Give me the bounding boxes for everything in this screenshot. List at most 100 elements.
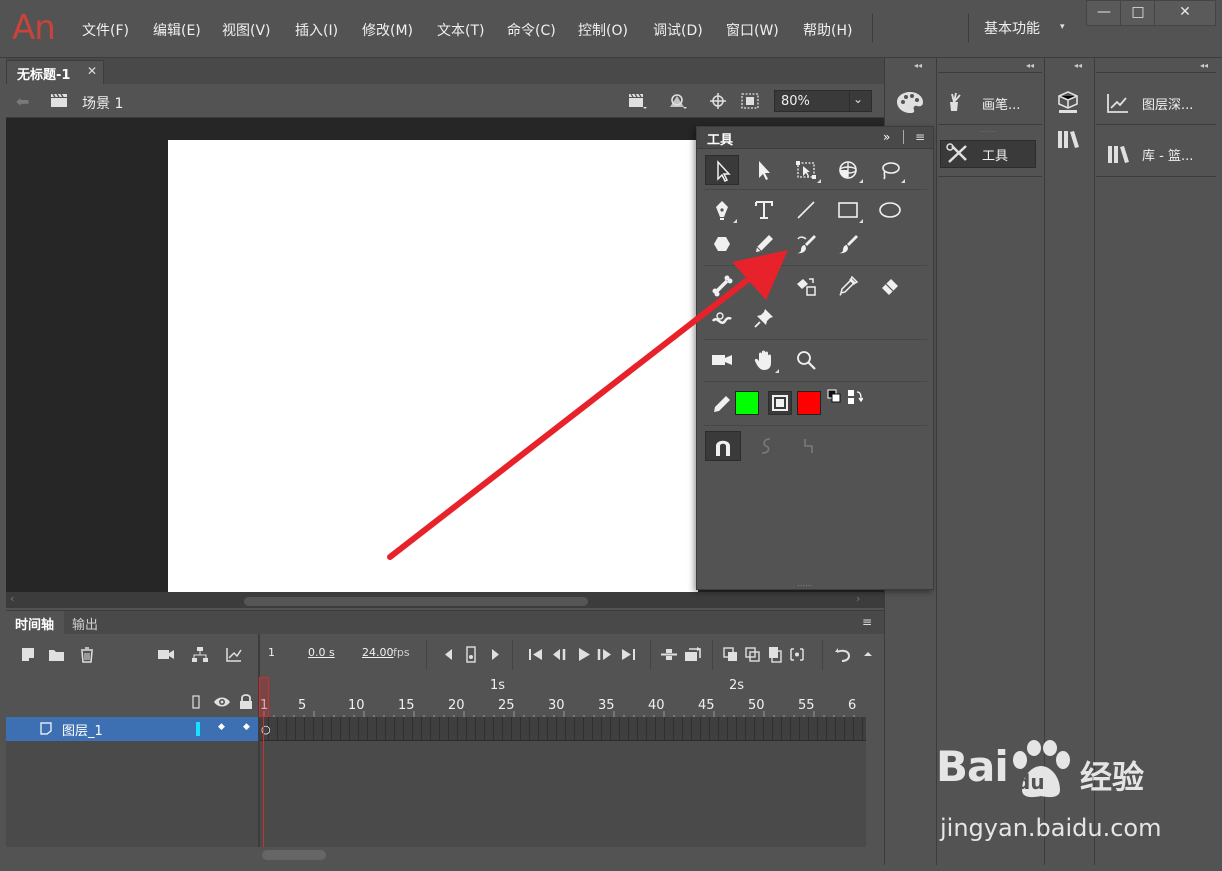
lock-icon[interactable] — [239, 694, 253, 710]
menu-file[interactable]: 文件(F) — [82, 20, 129, 40]
previous-keyframe-icon[interactable] — [440, 646, 458, 663]
paint-brush-tool[interactable] — [789, 229, 823, 259]
dock-panel-tools[interactable]: 工具 — [982, 145, 1008, 164]
zoom-tool[interactable] — [789, 345, 823, 375]
layer-row[interactable]: 图层_1 ◆ ◆ — [6, 717, 258, 741]
pencil-tool[interactable] — [747, 229, 781, 259]
straighten-toggle[interactable] — [791, 431, 825, 461]
new-folder-icon[interactable] — [48, 646, 66, 663]
dock-panel-library[interactable]: 库 - 篮... — [1142, 145, 1193, 164]
tools-panel-header[interactable]: 工具 » ≡ — [697, 127, 933, 149]
rectangle-tool[interactable] — [831, 195, 865, 225]
dock-panel-brushes[interactable]: 画笔... — [982, 94, 1020, 113]
play-icon[interactable] — [575, 646, 593, 663]
menu-debug[interactable]: 调试(D) — [653, 20, 703, 40]
brush-library-icon[interactable] — [946, 92, 970, 112]
insert-keyframe-icon[interactable] — [462, 646, 480, 663]
polystar-tool[interactable] — [705, 229, 739, 259]
default-colors-icon[interactable] — [827, 389, 841, 403]
maximize-button[interactable]: □ — [1120, 0, 1156, 26]
camera-icon[interactable] — [157, 646, 175, 663]
first-frame-icon[interactable] — [527, 646, 545, 663]
line-tool[interactable] — [789, 195, 823, 225]
eyedropper-tool[interactable] — [831, 271, 865, 301]
edit-scene-icon[interactable] — [628, 92, 648, 110]
highlight-layers-icon[interactable] — [192, 695, 200, 709]
step-back-icon[interactable] — [551, 646, 569, 663]
menu-insert[interactable]: 插入(I) — [295, 20, 338, 40]
panel-menu-icon[interactable]: ≡ — [862, 615, 872, 629]
library-books-icon[interactable] — [1056, 128, 1082, 150]
selection-tool[interactable] — [705, 155, 739, 185]
smooth-toggle[interactable] — [749, 431, 783, 461]
width-tool[interactable] — [705, 303, 739, 333]
menu-window[interactable]: 窗口(W) — [726, 20, 779, 40]
layer-visible-dot[interactable]: ◆ — [218, 722, 225, 732]
menu-commands[interactable]: 命令(C) — [507, 20, 556, 40]
scrollbar-thumb[interactable] — [244, 597, 588, 606]
pin-tool[interactable] — [747, 303, 781, 333]
copy-frames-icon[interactable] — [766, 646, 784, 663]
modify-markers-icon[interactable] — [788, 646, 806, 663]
document-tab[interactable]: 无标题-1 ✕ — [6, 60, 104, 84]
undo-icon[interactable] — [834, 646, 852, 663]
tab-timeline[interactable]: 时间轴 — [6, 611, 64, 634]
close-window-button[interactable]: ✕ — [1154, 0, 1216, 26]
library-books-icon[interactable] — [1106, 143, 1132, 165]
dock-panel-layer-depth[interactable]: 图层深... — [1142, 94, 1193, 113]
graph-icon[interactable] — [225, 646, 243, 663]
menu-help[interactable]: 帮助(H) — [803, 20, 852, 40]
fill-color-swatch[interactable] — [797, 391, 821, 415]
workspace-switcher[interactable]: 基本功能 — [984, 18, 1040, 38]
layer-name[interactable]: 图层_1 — [62, 720, 103, 739]
frames-row[interactable] — [260, 717, 866, 741]
edit-multiple-frames-icon[interactable] — [744, 646, 762, 663]
minimize-button[interactable]: — — [1086, 0, 1122, 26]
collapse-panel-icon[interactable]: » — [883, 130, 890, 144]
zoom-value[interactable]: 80% — [781, 94, 810, 109]
hand-tool[interactable] — [747, 345, 781, 375]
lasso-tool[interactable] — [873, 155, 907, 185]
elapsed-time[interactable]: 0.0 s — [308, 646, 335, 659]
layer-depth-icon[interactable] — [1106, 92, 1130, 114]
back-arrow-icon[interactable]: ⬅ — [16, 92, 29, 111]
trash-icon[interactable] — [78, 646, 96, 663]
layer-color-swatch[interactable] — [196, 722, 200, 736]
oval-tool[interactable] — [873, 195, 907, 225]
chevron-down-icon[interactable]: ⌄ — [853, 92, 863, 106]
timeline-scrollbar-thumb[interactable] — [262, 850, 326, 860]
menu-modify[interactable]: 修改(M) — [362, 20, 413, 40]
stroke-color-swatch[interactable] — [735, 391, 759, 415]
onion-skin-outline-icon[interactable] — [722, 646, 740, 663]
paint-bucket-tool[interactable] — [747, 271, 781, 301]
menu-edit[interactable]: 编辑(E) — [153, 20, 201, 40]
stage-canvas[interactable] — [168, 140, 698, 592]
eraser-tool[interactable] — [873, 271, 907, 301]
tools-icon[interactable] — [946, 143, 972, 165]
properties-3d-icon[interactable] — [1056, 90, 1080, 114]
chevron-down-icon[interactable]: ▾ — [1060, 22, 1065, 32]
dock-collapse-icon[interactable]: ◂◂ — [1026, 61, 1034, 70]
tools-panel[interactable]: 工具 » ≡ ⋯⋯ — [696, 126, 934, 590]
snap-to-objects-toggle[interactable] — [705, 431, 741, 461]
timeline-vertical-scrollbar[interactable] — [866, 717, 884, 847]
menu-text[interactable]: 文本(T) — [437, 20, 484, 40]
menu-view[interactable]: 视图(V) — [222, 20, 271, 40]
dock-grip[interactable]: ⋯⋯ — [980, 127, 996, 136]
onion-skin-icon[interactable] — [684, 646, 702, 663]
stroke-color-tool[interactable] — [705, 389, 739, 419]
pen-tool[interactable] — [705, 195, 739, 225]
bone-tool[interactable] — [705, 271, 739, 301]
layer-lock-dot[interactable]: ◆ — [243, 722, 250, 732]
frame-rate[interactable]: 24.00 — [362, 646, 394, 659]
menu-control[interactable]: 控制(O) — [578, 20, 628, 40]
subselection-tool[interactable] — [747, 155, 781, 185]
zoom-select[interactable]: 80% ⌄ — [774, 90, 872, 112]
current-frame[interactable]: 1 — [268, 646, 275, 659]
asset-warp-tool[interactable] — [789, 271, 823, 301]
edit-symbol-icon[interactable] — [668, 92, 688, 110]
loop-playback-icon[interactable] — [660, 646, 678, 663]
step-forward-icon[interactable] — [595, 646, 613, 663]
new-layer-icon[interactable] — [20, 646, 38, 663]
fill-color-tool[interactable] — [768, 391, 792, 415]
